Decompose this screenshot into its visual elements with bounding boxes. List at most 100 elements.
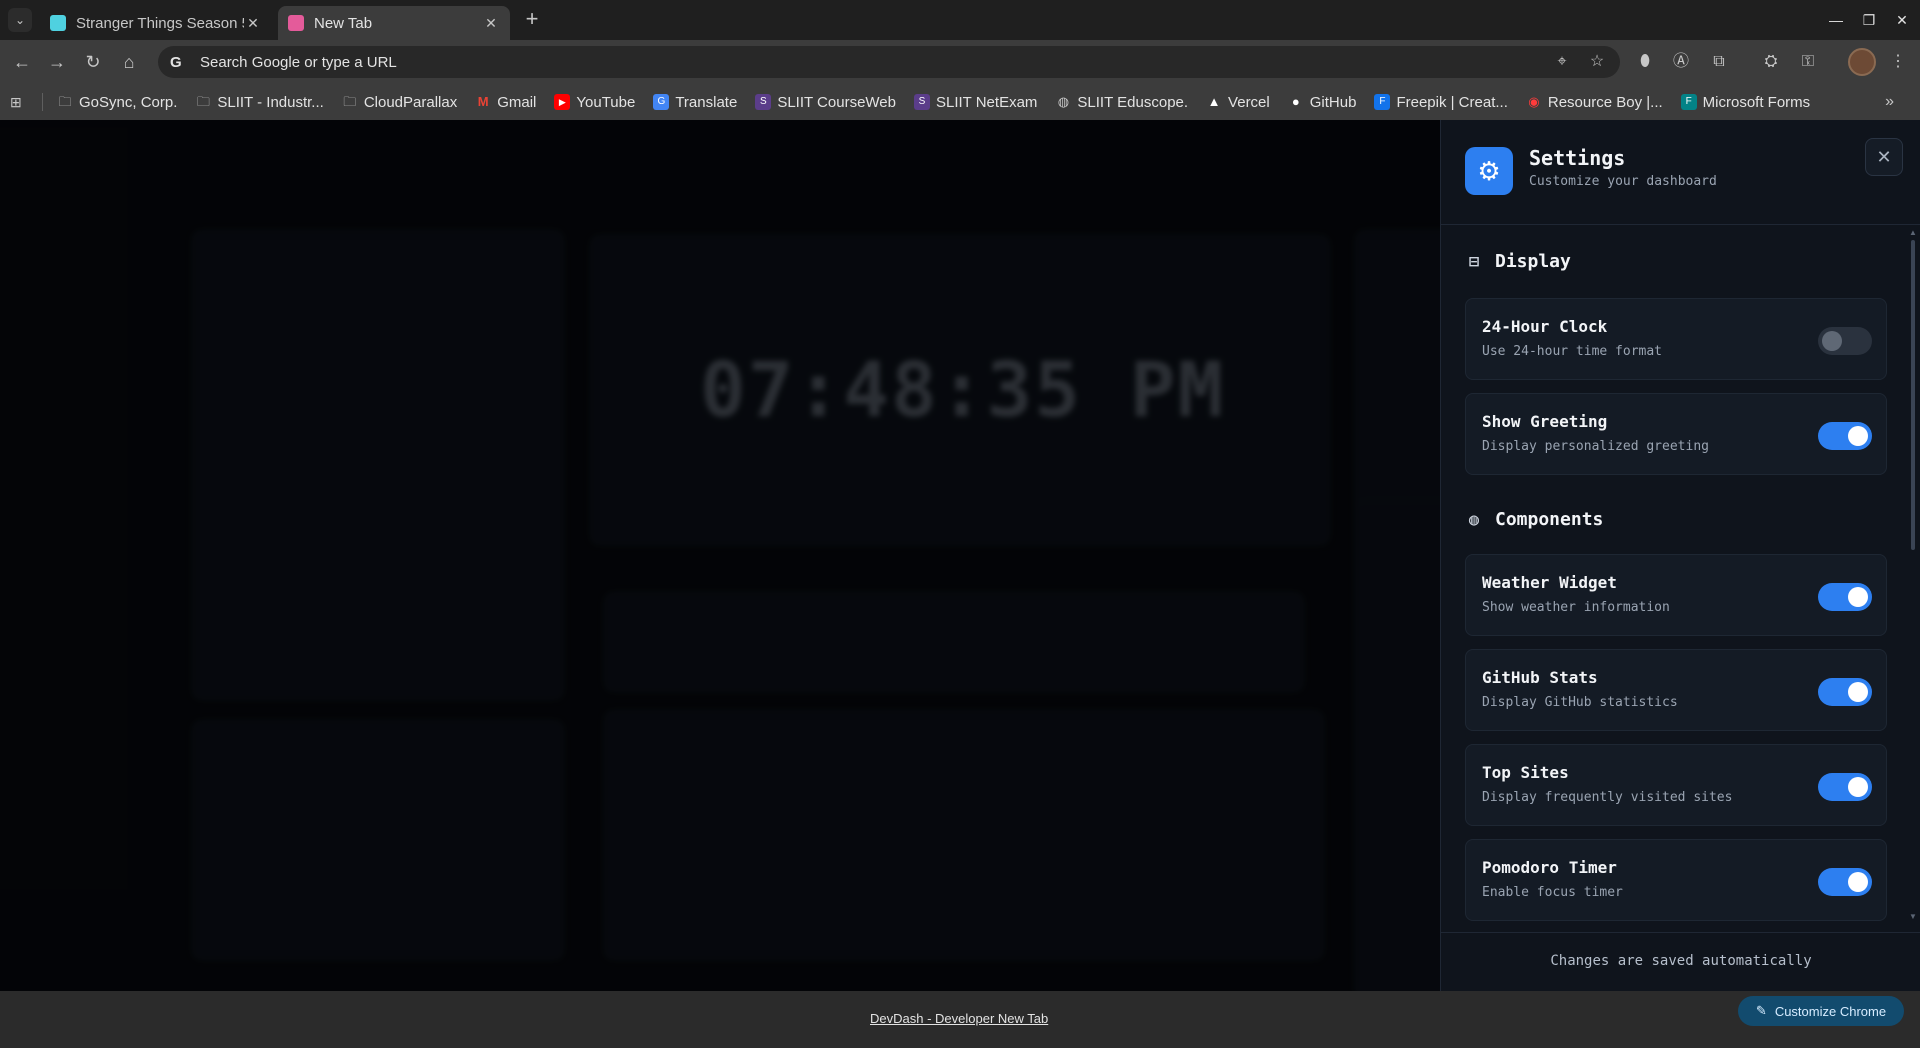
toggle-knob <box>1822 331 1842 351</box>
minimize-button[interactable]: — <box>1824 8 1848 32</box>
setting-title: GitHub Stats <box>1482 668 1598 687</box>
browser-toolbar: ← → ↻ ⌂ G Search Google or type a URL ⌖ … <box>0 40 1920 84</box>
folder-icon: 🗀 <box>196 94 210 109</box>
tab-stranger-things[interactable]: Stranger Things Season 5 ✕ <box>40 6 272 40</box>
new-tab-button[interactable]: + <box>520 8 544 32</box>
close-icon: ✕ <box>1876 147 1892 167</box>
reload-button[interactable]: ↻ <box>81 50 105 74</box>
section-heading: Display <box>1495 251 1571 272</box>
section-display: ⊟ Display <box>1465 251 1571 272</box>
setting-description: Display frequently visited sites <box>1482 790 1733 805</box>
menu-dots-icon[interactable]: ⋮ <box>1886 50 1910 74</box>
tab-new-tab[interactable]: New Tab ✕ <box>278 6 510 40</box>
bookmark-label: Freepik | Creat... <box>1396 93 1508 111</box>
bookmark-label: Resource Boy |... <box>1547 93 1663 111</box>
bookmark-vercel[interactable]: ▲ Vercel <box>1206 94 1270 111</box>
tab-search-button[interactable]: ⌄ <box>8 8 32 32</box>
settings-header: ⚙ Settings Customize your dashboard ✕ <box>1441 120 1920 225</box>
profile-avatar[interactable] <box>1848 48 1876 76</box>
toggle-show-greeting[interactable] <box>1818 422 1872 450</box>
bookmark-label: CloudParallax <box>363 93 458 111</box>
tab-strip: ⌄ Stranger Things Season 5 ✕ New Tab ✕ +… <box>0 0 1920 40</box>
restore-button[interactable]: ❐ <box>1857 8 1881 32</box>
close-icon[interactable]: ✕ <box>244 15 262 32</box>
forward-button[interactable]: → <box>45 50 69 74</box>
folder-icon: 🗀 <box>343 94 357 109</box>
layout-icon: ⊟ <box>1468 251 1480 272</box>
chevron-right-icon[interactable]: » <box>1885 93 1894 111</box>
toggle-24-hour-clock[interactable] <box>1818 327 1872 355</box>
apps-grid-icon[interactable]: ⊞ <box>10 94 30 111</box>
settings-subtitle: Customize your dashboard <box>1529 174 1717 189</box>
restore-icon: ❐ <box>1862 12 1876 28</box>
bookmark-resourceboy[interactable]: ◉ Resource Boy |... <box>1526 93 1663 111</box>
address-bar[interactable]: G Search Google or type a URL ⌖ ☆ <box>158 46 1620 78</box>
toggle-top-sites[interactable] <box>1818 773 1872 801</box>
bookmark-microsoft-forms[interactable]: F Microsoft Forms <box>1680 93 1811 111</box>
close-icon[interactable]: ✕ <box>482 15 500 32</box>
devdash-link[interactable]: DevDash - Developer New Tab <box>870 1011 1048 1026</box>
arrow-left-icon: ← <box>13 52 31 72</box>
close-window-button[interactable]: ✕ <box>1890 8 1914 32</box>
vercel-icon: ▲ <box>1207 94 1221 109</box>
setting-title: Weather Widget <box>1482 573 1617 592</box>
bookmark-gosync[interactable]: 🗀 GoSync, Corp. <box>57 94 177 111</box>
minimize-icon: — <box>1829 12 1843 28</box>
extensions-icon[interactable]: ⧉ <box>1707 50 1731 74</box>
bookmark-label: Microsoft Forms <box>1702 93 1811 111</box>
globe-icon: ◍ <box>1057 94 1070 109</box>
youtube-icon: ▶ <box>554 94 571 110</box>
bookmark-translate[interactable]: G Translate <box>653 94 737 111</box>
incognito-icon[interactable]: ⛭ <box>1759 50 1783 74</box>
setting-github-stats: GitHub Stats Display GitHub statistics <box>1465 649 1887 731</box>
translate-icon: G <box>653 94 670 110</box>
sliit-icon: S <box>913 94 930 110</box>
back-button[interactable]: ← <box>10 50 34 74</box>
folder-icon: 🗀 <box>58 94 72 109</box>
bookmark-label: SLIIT NetExam <box>935 93 1038 111</box>
toggle-weather-widget[interactable] <box>1818 583 1872 611</box>
bookmark-label: YouTube <box>576 93 636 111</box>
close-settings-button[interactable]: ✕ <box>1865 138 1903 176</box>
password-key-icon[interactable]: ⚿ <box>1796 50 1820 74</box>
toggle-pomodoro-timer[interactable] <box>1818 868 1872 896</box>
setting-pomodoro-timer: Pomodoro Timer Enable focus timer <box>1465 839 1887 921</box>
forms-icon: F <box>1680 94 1697 110</box>
settings-title: Settings <box>1529 146 1626 170</box>
bookmarks-bar: ⊞ 🗀 GoSync, Corp. 🗀 SLIIT - Industr... 🗀 Cl… <box>0 84 1920 120</box>
scroll-up-icon[interactable]: ▲ <box>1909 228 1917 237</box>
adblock-icon[interactable]: Ⓐ <box>1669 50 1693 74</box>
chevron-down-icon: ⌄ <box>14 13 26 27</box>
pencil-icon: ✎ <box>1755 1003 1767 1018</box>
customize-chrome-button[interactable]: ✎ Customize Chrome <box>1738 996 1904 1026</box>
extension-pin-icon[interactable]: ⬮ <box>1633 50 1657 74</box>
autosave-note: Changes are saved automatically <box>1441 932 1920 991</box>
bookmark-cloudparallax[interactable]: 🗀 CloudParallax <box>342 94 457 111</box>
bookmark-sliit-netexam[interactable]: S SLIIT NetExam <box>913 93 1038 111</box>
toggle-github-stats[interactable] <box>1818 678 1872 706</box>
bookmark-sliit-eduscope[interactable]: ◍ SLIIT Eduscope. <box>1055 94 1188 111</box>
home-button[interactable]: ⌂ <box>117 50 141 74</box>
bookmark-github[interactable]: ● GitHub <box>1288 94 1357 111</box>
google-icon: G <box>170 53 182 71</box>
bookmark-sliit-courseweb[interactable]: S SLIIT CourseWeb <box>755 94 896 111</box>
toggle-knob <box>1848 872 1868 892</box>
close-icon: ✕ <box>1896 12 1908 28</box>
bookmark-gmail[interactable]: M Gmail <box>475 94 537 111</box>
bookmark-sliit-industry[interactable]: 🗀 SLIIT - Industr... <box>195 94 324 111</box>
bookmark-youtube[interactable]: ▶ YouTube <box>554 94 635 111</box>
bookmark-freepik[interactable]: F Freepik | Creat... <box>1374 93 1508 111</box>
scroll-down-icon[interactable]: ▼ <box>1909 912 1917 921</box>
settings-scrollbar[interactable] <box>1911 240 1915 550</box>
setting-title: Top Sites <box>1482 763 1569 782</box>
setting-24-hour-clock: 24-Hour Clock Use 24-hour time format <box>1465 298 1887 380</box>
tab-favicon <box>288 15 304 31</box>
bookmark-label: SLIIT CourseWeb <box>777 93 896 111</box>
home-icon: ⌂ <box>123 52 135 72</box>
tab-title: Stranger Things Season 5 <box>76 14 244 32</box>
bookmark-label: SLIIT Eduscope. <box>1077 93 1189 111</box>
star-icon[interactable]: ☆ <box>1588 53 1606 71</box>
modal-overlay[interactable] <box>0 120 1440 991</box>
location-icon[interactable]: ⌖ <box>1553 53 1571 71</box>
gear-icon: ⚙ <box>1465 147 1513 195</box>
